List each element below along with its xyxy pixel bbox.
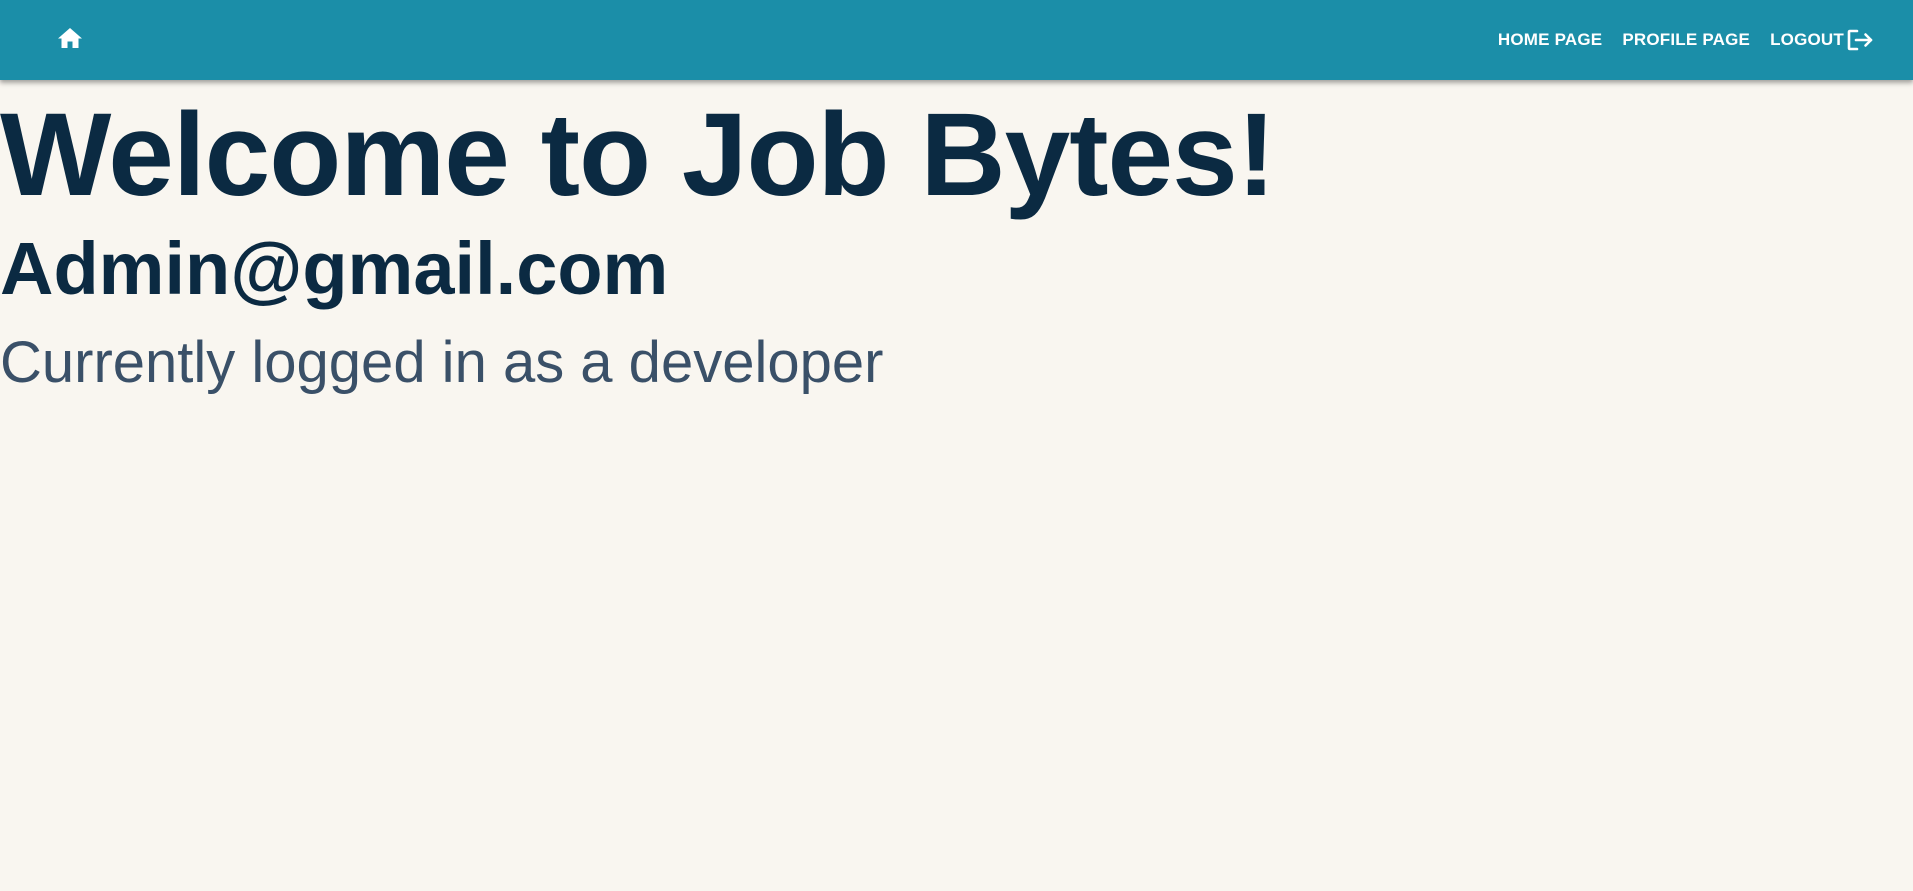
home-icon bbox=[57, 27, 83, 54]
profile-page-label: PROFILE PAGE bbox=[1622, 30, 1751, 49]
top-nav: HOME PAGE PROFILE PAGE LOGOUT bbox=[1491, 0, 1881, 80]
home-button[interactable] bbox=[48, 20, 92, 60]
user-email: Admin@gmail.com bbox=[0, 227, 669, 310]
logout-icon bbox=[1846, 28, 1874, 52]
app-bar: HOME PAGE PROFILE PAGE LOGOUT bbox=[0, 0, 1913, 80]
logout-label: LOGOUT bbox=[1770, 30, 1844, 49]
welcome-title: Welcome to Job Bytes! bbox=[0, 89, 1276, 221]
profile-page-button[interactable]: PROFILE PAGE bbox=[1615, 22, 1757, 58]
logout-button[interactable]: LOGOUT bbox=[1763, 20, 1881, 60]
role-status-text: Currently logged in as a developer bbox=[0, 330, 884, 395]
home-page-button[interactable]: HOME PAGE bbox=[1491, 22, 1609, 58]
home-page-label: HOME PAGE bbox=[1497, 30, 1603, 49]
